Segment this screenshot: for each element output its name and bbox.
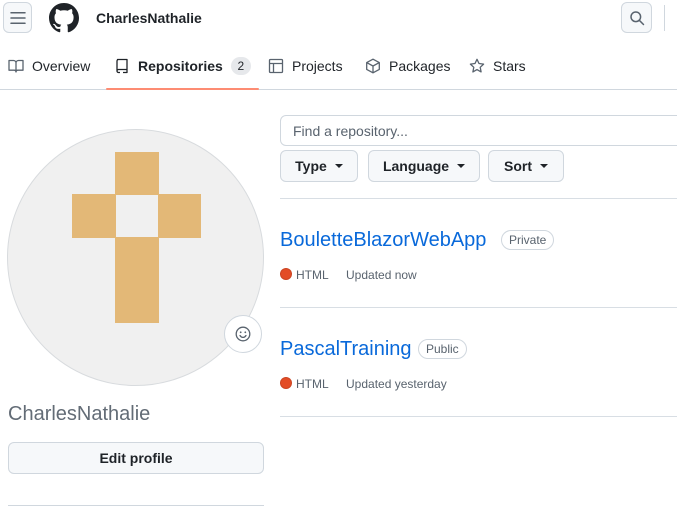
tab-packages-label: Packages — [389, 57, 451, 74]
hamburger-menu-button[interactable] — [3, 2, 32, 33]
tab-packages[interactable]: Packages — [365, 42, 450, 89]
header-username[interactable]: CharlesNathalie — [96, 10, 202, 26]
set-status-button[interactable] — [224, 315, 262, 353]
star-icon — [469, 58, 485, 73]
repo-updated: Updated yesterday — [346, 377, 447, 391]
find-repository-input[interactable] — [280, 115, 677, 146]
sort-filter-label: Sort — [504, 158, 532, 174]
list-divider — [280, 307, 677, 308]
language-color-dot — [280, 268, 292, 280]
avatar[interactable] — [7, 129, 264, 386]
language-filter-label: Language — [382, 158, 450, 174]
repo-icon — [116, 58, 128, 73]
repo-updated: Updated now — [346, 268, 417, 282]
chevron-down-icon — [457, 164, 466, 168]
sort-filter-button[interactable]: Sort — [488, 150, 564, 182]
tab-overview-label: Overview — [32, 57, 91, 74]
tab-stars[interactable]: Stars — [469, 42, 526, 89]
tab-repositories[interactable]: Repositories 2 — [106, 42, 259, 90]
hamburger-icon — [9, 11, 26, 24]
profile-tabs: Overview Repositories 2 Projects Package… — [0, 42, 677, 90]
language-color-dot — [280, 377, 292, 389]
type-filter-button[interactable]: Type — [280, 150, 358, 182]
visibility-badge: Public — [418, 339, 467, 359]
package-icon — [366, 58, 380, 73]
header-divider — [664, 5, 665, 31]
github-logo-icon[interactable] — [49, 3, 79, 33]
chevron-down-icon — [540, 164, 548, 168]
repo-name-link[interactable]: PascalTraining — [280, 338, 412, 361]
repo-language: HTML — [296, 268, 329, 282]
language-filter-button[interactable]: Language — [368, 150, 480, 182]
top-header: CharlesNathalie — [0, 0, 677, 38]
list-divider — [280, 198, 677, 199]
tab-projects[interactable]: Projects — [268, 42, 343, 89]
repo-language: HTML — [296, 377, 329, 391]
book-icon — [8, 59, 24, 73]
tab-repositories-label: Repositories — [138, 57, 223, 74]
search-button[interactable] — [621, 2, 652, 33]
visibility-badge: Private — [501, 230, 555, 250]
profile-username: CharlesNathalie — [8, 403, 151, 425]
table-icon — [268, 58, 284, 73]
tab-overview[interactable]: Overview — [8, 42, 90, 89]
repositories-count-badge: 2 — [230, 56, 251, 75]
sidebar-divider — [8, 505, 264, 506]
search-icon — [629, 10, 644, 25]
chevron-down-icon — [334, 164, 343, 168]
identicon-icon — [72, 152, 201, 323]
list-divider — [280, 416, 677, 417]
type-filter-label: Type — [295, 158, 327, 174]
edit-profile-button[interactable]: Edit profile — [8, 442, 264, 474]
tab-projects-label: Projects — [292, 57, 343, 74]
tab-stars-label: Stars — [493, 57, 526, 74]
repo-name-link[interactable]: BouletteBlazorWebApp — [280, 229, 486, 252]
smiley-icon — [235, 326, 251, 342]
